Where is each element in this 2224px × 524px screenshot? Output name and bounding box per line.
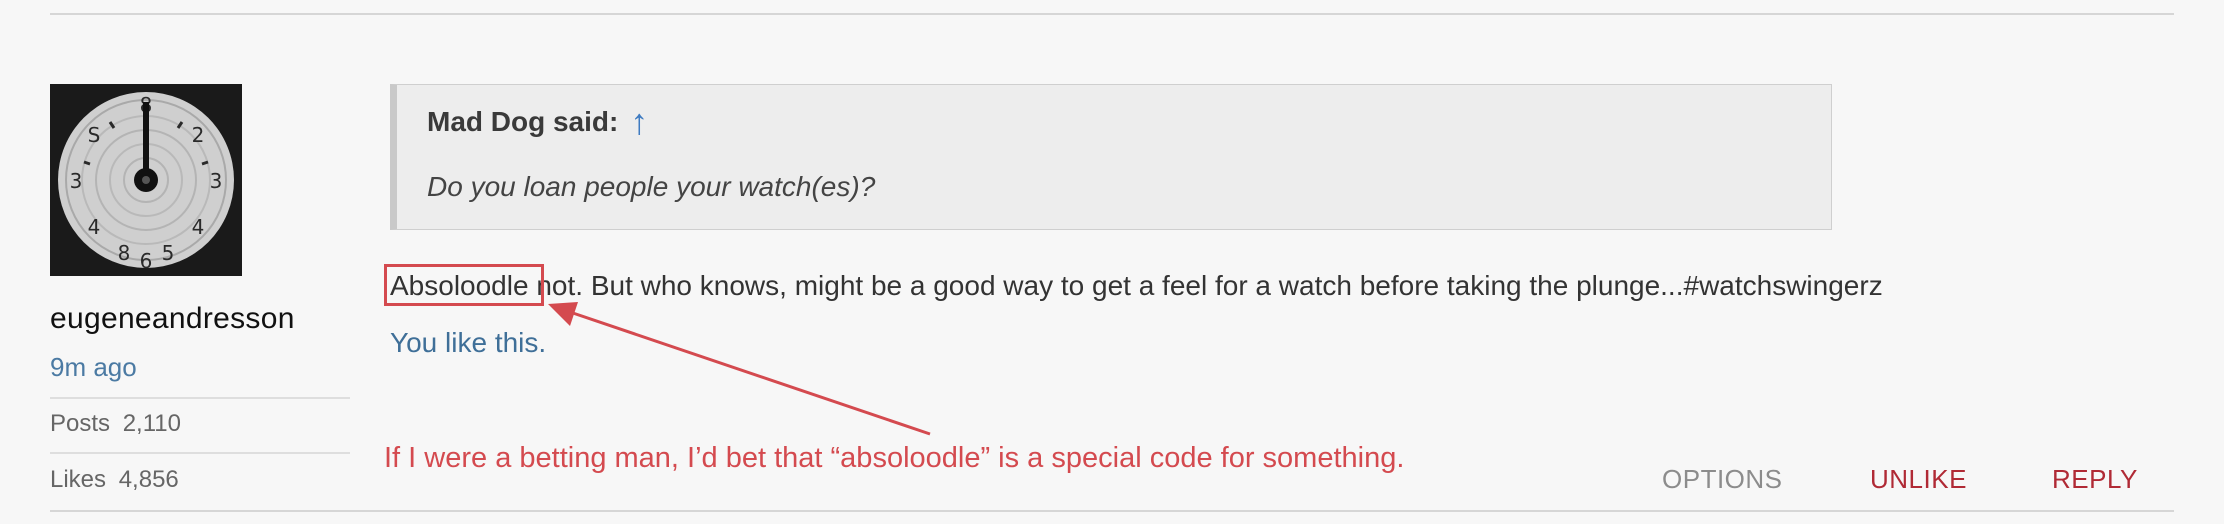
bottom-divider [50,510,2174,512]
annotation-text: If I were a betting man, I’d bet that “a… [384,442,1405,474]
options-button[interactable]: OPTIONS [1662,464,1783,495]
unlike-button[interactable]: UNLIKE [1870,464,1967,495]
reply-button[interactable]: REPLY [2052,464,2138,495]
